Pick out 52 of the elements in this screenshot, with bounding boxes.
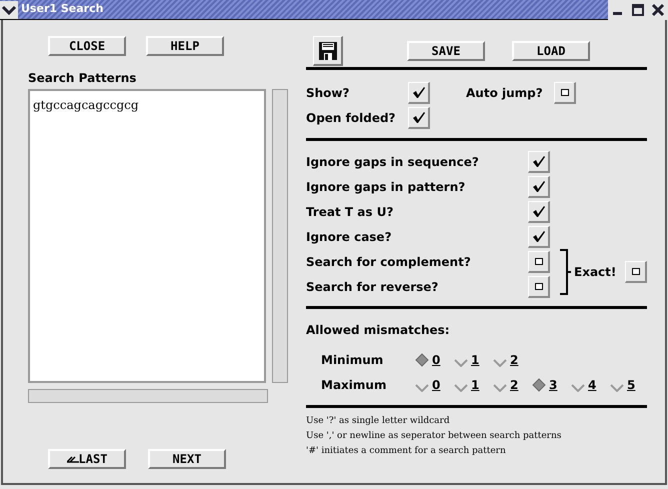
radio-label: 1 — [471, 352, 480, 368]
option-label: Search for reverse? — [306, 278, 440, 296]
option-label: Ignore case? — [306, 228, 393, 246]
radio-diamond[interactable] — [415, 352, 429, 366]
radio-label: 1 — [471, 376, 480, 394]
radio-label: 2 — [510, 352, 518, 368]
option-label: Show? — [306, 84, 350, 102]
option-label: Ignore gaps in pattern? — [306, 178, 466, 196]
text-button[interactable]: CLOSE — [48, 36, 126, 56]
help-note: Use ',' or newline as seperator between search patterns — [306, 430, 562, 443]
window-title: User1 Search — [21, 1, 104, 18]
option-label: Exact! — [574, 264, 616, 281]
radio-label: 0 — [432, 352, 440, 368]
option-label: Treat T as U? — [306, 204, 394, 220]
radio-label: 0 — [432, 376, 440, 394]
radio-label: 4 — [588, 376, 596, 394]
checkbox[interactable] — [528, 276, 550, 298]
section-label: Allowed mismatches: — [306, 322, 451, 339]
save-floppy-button[interactable] — [313, 36, 343, 66]
bracket-drawing — [559, 248, 571, 296]
pattern-text-area[interactable]: gtgccagcagccgcg — [28, 89, 266, 383]
text-button[interactable]: LAST — [48, 449, 126, 469]
help-note: Use '?' as single letter wildcard — [306, 415, 451, 428]
checkbox[interactable] — [528, 150, 550, 172]
option-label: Minimum — [321, 352, 384, 368]
text-button[interactable]: SAVE — [407, 41, 485, 61]
radio-label: 2 — [510, 376, 518, 394]
checkbox[interactable] — [528, 226, 550, 248]
option-label: Auto jump? — [466, 84, 544, 102]
option-label: Maximum — [321, 376, 388, 394]
checkbox[interactable] — [408, 82, 430, 104]
text-button[interactable]: HELP — [146, 36, 224, 56]
text-button[interactable]: LOAD — [512, 41, 590, 61]
text-button[interactable]: NEXT — [148, 449, 226, 469]
section-label: Search Patterns — [28, 70, 138, 87]
radio-label: 5 — [627, 376, 636, 394]
option-label: Search for complement? — [306, 254, 472, 270]
checkbox[interactable] — [408, 106, 430, 128]
left-arrow-icon — [66, 455, 79, 463]
option-label: Open folded? — [306, 110, 397, 126]
checkbox[interactable] — [528, 200, 550, 222]
radio-diamond[interactable] — [532, 378, 546, 392]
checkbox[interactable] — [625, 261, 648, 283]
checkbox[interactable] — [554, 82, 576, 104]
horizontal-scrollbar[interactable] — [28, 389, 268, 403]
help-note: '#' initiates a comment for a search pattern — [306, 445, 507, 458]
checkbox[interactable] — [528, 250, 550, 272]
vertical-scrollbar[interactable] — [272, 89, 288, 383]
radio-label: 3 — [549, 376, 558, 394]
checkbox[interactable] — [528, 176, 550, 198]
option-label: Ignore gaps in sequence? — [306, 154, 480, 170]
chevron-down-icon[interactable] — [0, 0, 18, 18]
